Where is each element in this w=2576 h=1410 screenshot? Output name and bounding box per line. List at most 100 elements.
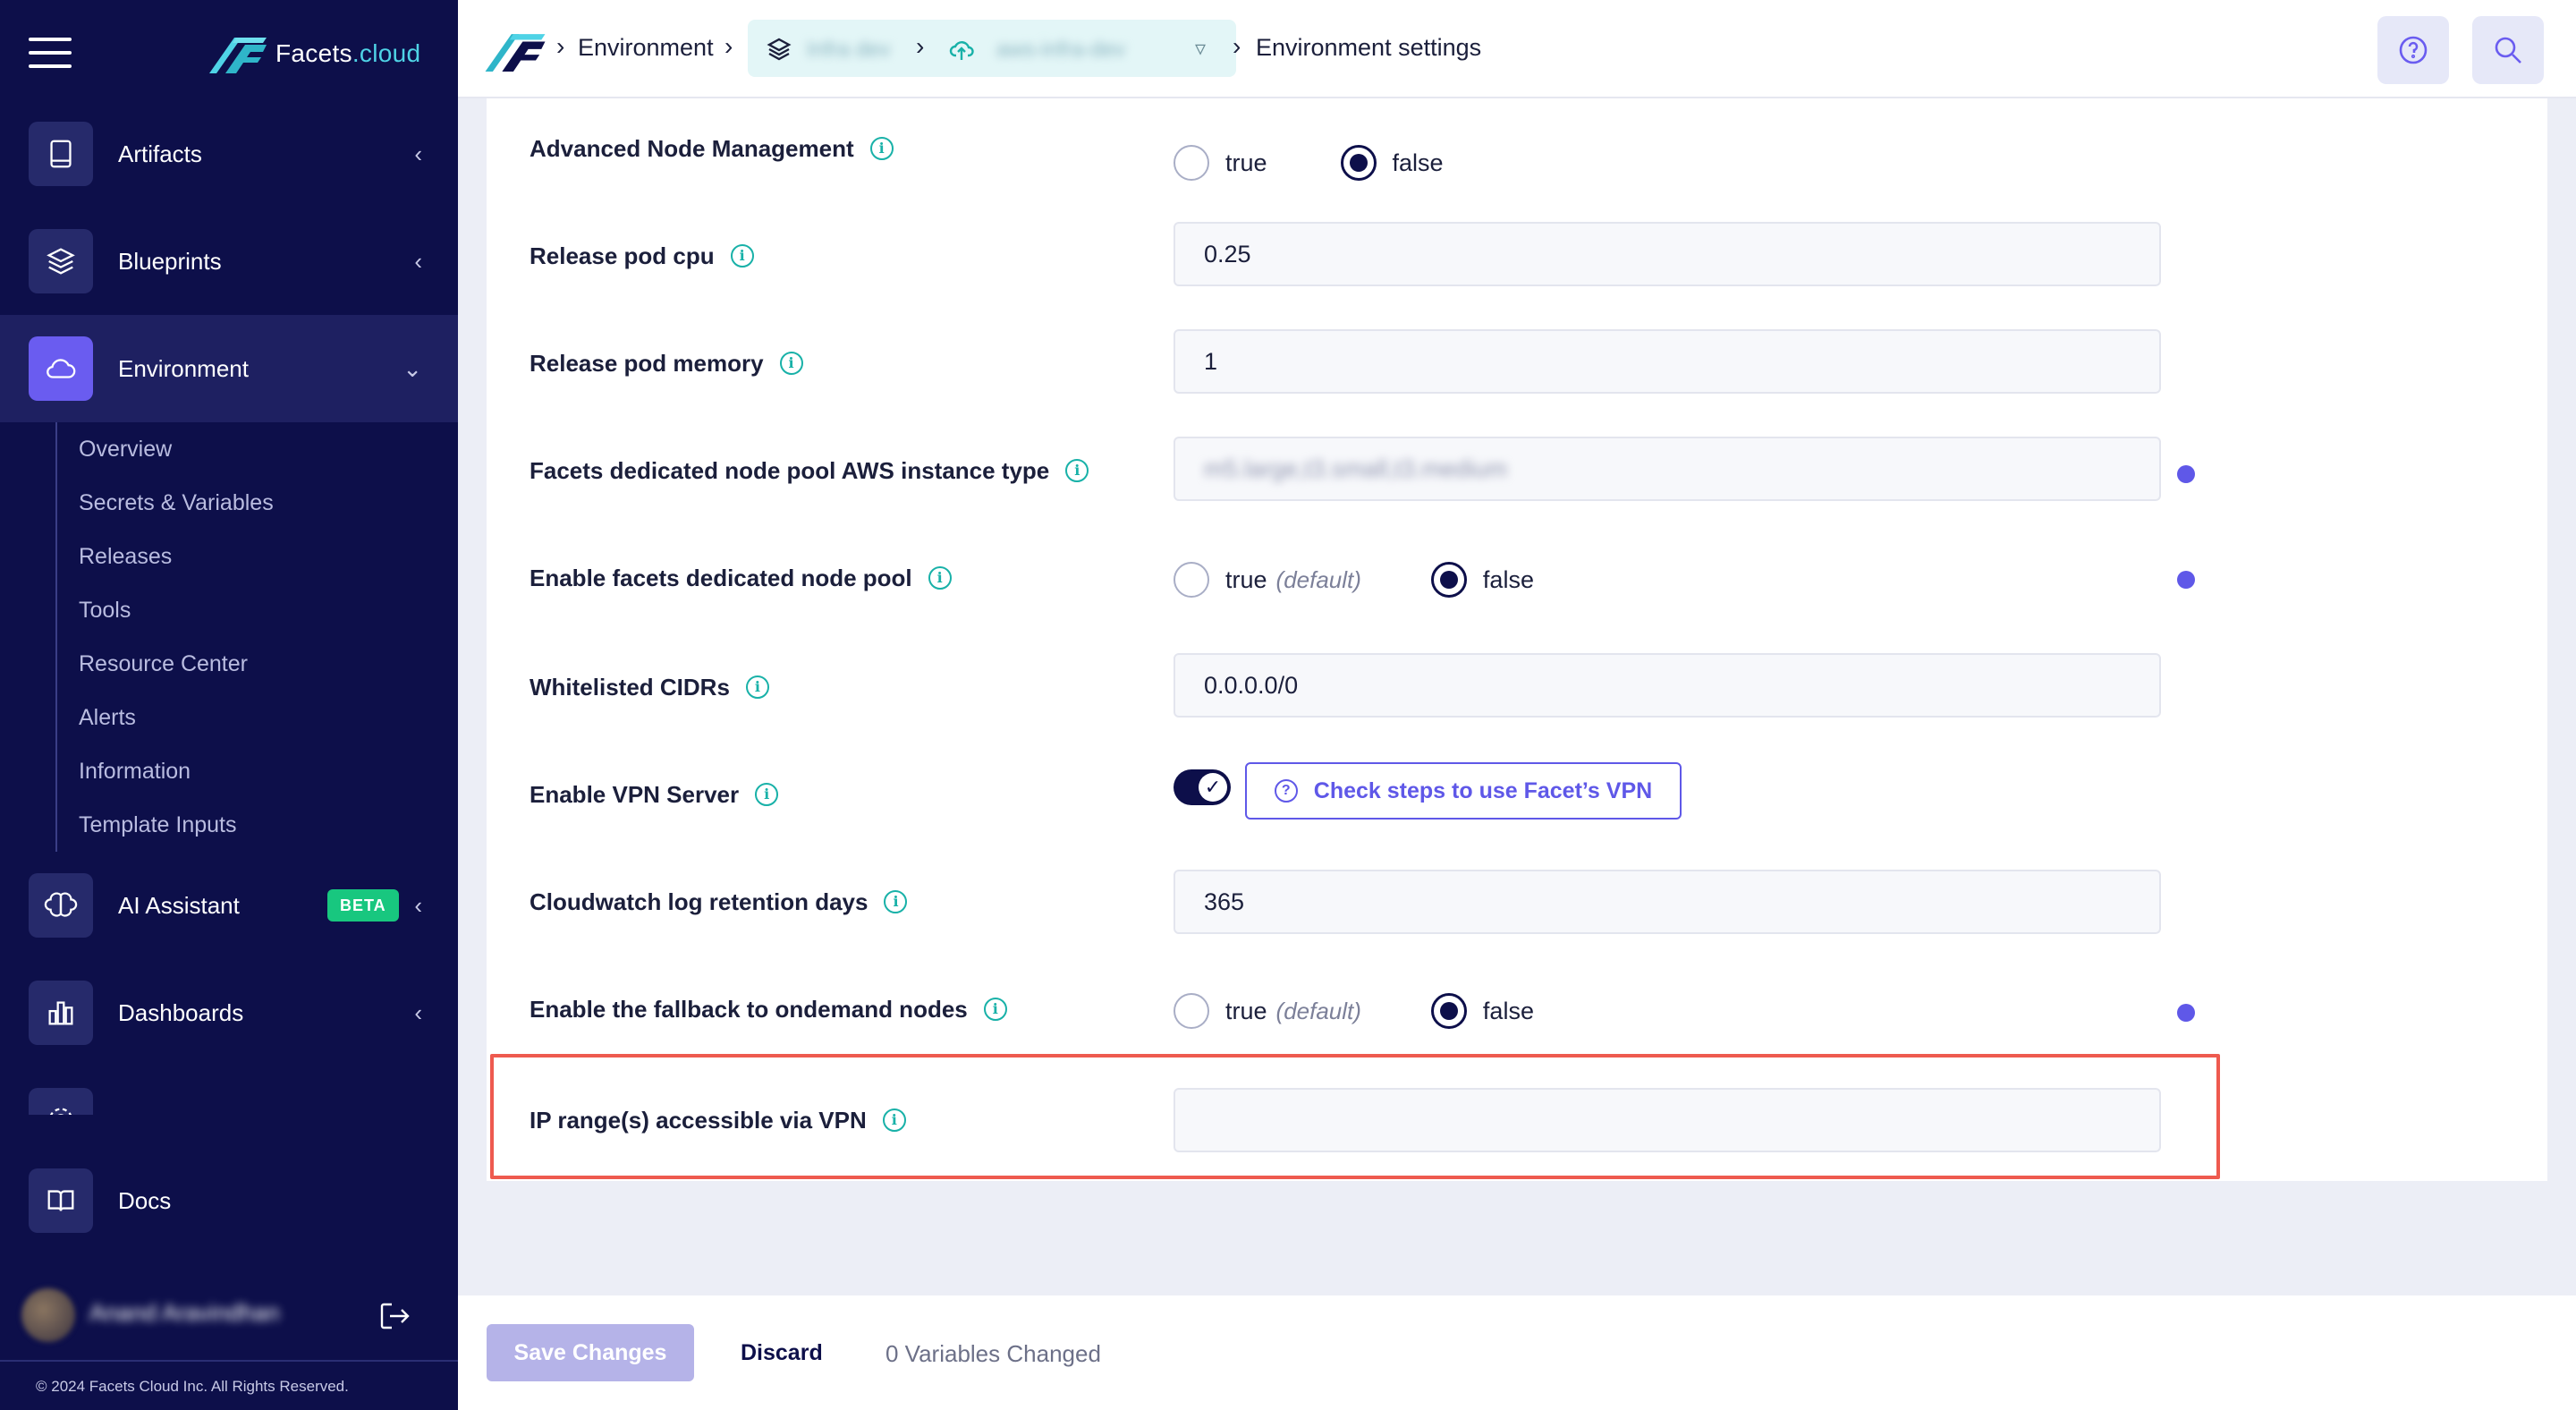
info-icon[interactable]: i (884, 890, 908, 913)
sidebar-item-label: Blueprints (118, 247, 222, 275)
default-hint: (default) (1275, 565, 1361, 593)
sidebar-item-blueprints[interactable]: Blueprints ‹ (0, 208, 458, 315)
chevron-left-icon: ‹ (414, 891, 422, 919)
environment-name: aws-infra-dev (996, 38, 1126, 62)
ip-ranges-vpn-input[interactable] (1174, 1088, 2161, 1152)
sidebar-header: Facets.cloud (0, 0, 458, 107)
environment-selector[interactable]: Infra dev › aws-infra-dev ▿ (748, 20, 1236, 77)
subnav-item-secrets-variables[interactable]: Secrets & Variables (57, 476, 449, 530)
info-icon[interactable]: i (745, 675, 769, 699)
radio-label: true (1225, 997, 1267, 1024)
search-icon (2495, 37, 2521, 64)
radio-true[interactable] (1174, 145, 1209, 181)
subnav-item-template-inputs[interactable]: Template Inputs (57, 798, 449, 852)
bar-chart-icon (29, 981, 93, 1045)
check-vpn-steps-button[interactable]: ? Check steps to use Facet’s VPN (1245, 762, 1682, 820)
changed-indicator (2177, 465, 2195, 483)
subnav-item-releases[interactable]: Releases (57, 530, 449, 583)
release-pod-memory-input[interactable]: 1 (1174, 329, 2161, 394)
radio-false[interactable] (1340, 145, 1377, 181)
menu-icon[interactable] (29, 38, 72, 70)
whitelisted-cidrs-input[interactable]: 0.0.0.0/0 (1174, 653, 2161, 718)
top-header: › Environment › Infra dev › aws-infra-de… (458, 0, 2576, 98)
changed-indicator (2177, 571, 2195, 589)
help-icon: ? (1274, 779, 1298, 803)
chevron-left-icon: ‹ (414, 140, 422, 167)
breadcrumb-separator: › (916, 32, 925, 60)
subnav-item-tools[interactable]: Tools (57, 583, 449, 637)
sidebar-item-artifacts[interactable]: Artifacts ‹ (0, 100, 458, 208)
action-bar: Save Changes Discard 0 Variables Changed (458, 1295, 2576, 1410)
search-button[interactable] (2472, 16, 2544, 84)
info-icon[interactable]: i (928, 566, 952, 590)
sidebar-item-settings-partial[interactable] (0, 1066, 458, 1115)
sidebar-item-environment[interactable]: Environment ⌄ (0, 315, 458, 422)
radio-label: true (1225, 149, 1267, 176)
breadcrumb-separator: › (556, 32, 565, 60)
sidebar-item-label: Artifacts (118, 140, 202, 167)
field-label-advanced-node-management: Advanced Node Management i (530, 131, 894, 166)
environment-subnav: Overview Secrets & Variables Releases To… (55, 422, 449, 852)
vpn-server-toggle[interactable]: ✓ (1174, 769, 1231, 805)
brand-logo[interactable]: Facets.cloud (209, 34, 420, 73)
cloudwatch-retention-input[interactable]: 365 (1174, 870, 2161, 934)
changed-indicator (2177, 1004, 2195, 1022)
field-label-ip-ranges-vpn: IP range(s) accessible via VPN i (530, 1102, 906, 1138)
radio-group-fallback-ondemand: true (default) false (1174, 991, 1534, 1031)
chevron-left-icon: ‹ (414, 998, 422, 1026)
cloud-upload-icon (948, 36, 975, 63)
sidebar-item-ai-assistant[interactable]: AI Assistant BETA ‹ (0, 852, 458, 959)
radio-label: false (1392, 149, 1444, 176)
info-icon[interactable]: i (983, 998, 1007, 1021)
release-pod-cpu-input[interactable]: 0.25 (1174, 222, 2161, 286)
user-profile: Anand Aravindhan (0, 1263, 458, 1353)
breadcrumb-environment[interactable]: Environment (578, 34, 714, 62)
field-label-whitelisted-cidrs: Whitelisted CIDRs i (530, 669, 769, 705)
brain-icon (29, 873, 93, 938)
instance-type-input[interactable]: m5.large,t3.small,t3.medium (1174, 437, 2161, 501)
book-icon (29, 122, 93, 186)
sidebar-item-label: Environment (118, 354, 249, 382)
save-changes-button[interactable]: Save Changes (487, 1324, 694, 1381)
user-name: Anand Aravindhan (89, 1299, 280, 1326)
default-hint: (default) (1275, 997, 1361, 1024)
info-icon[interactable]: i (779, 352, 803, 375)
help-icon (2399, 36, 2428, 64)
sidebar-item-label: Dashboards (118, 998, 244, 1026)
info-icon[interactable]: i (869, 137, 894, 160)
beta-badge: BETA (327, 889, 399, 922)
sidebar-item-docs[interactable]: Docs (0, 1147, 458, 1254)
cloud-icon (29, 336, 93, 401)
field-label-enable-vpn-server: Enable VPN Server i (530, 777, 779, 812)
avatar[interactable] (21, 1288, 75, 1342)
field-label-release-pod-cpu: Release pod cpu i (530, 238, 754, 274)
field-label-enable-dedicated-node-pool: Enable facets dedicated node pool i (530, 560, 952, 596)
subnav-item-overview[interactable]: Overview (57, 422, 449, 476)
sidebar-item-dashboards[interactable]: Dashboards ‹ (0, 959, 458, 1066)
info-icon[interactable]: i (882, 1108, 906, 1132)
help-button[interactable] (2377, 16, 2449, 84)
facets-logo-icon[interactable] (485, 30, 546, 72)
sidebar-item-label: Docs (118, 1186, 172, 1214)
subnav-item-information[interactable]: Information (57, 744, 449, 798)
radio-false[interactable] (1430, 562, 1467, 598)
logout-icon[interactable] (376, 1297, 413, 1335)
info-icon[interactable]: i (755, 783, 779, 806)
variables-changed-count: 0 Variables Changed (886, 1340, 1101, 1367)
radio-true[interactable] (1174, 993, 1209, 1029)
chevron-down-icon: ⌄ (402, 354, 422, 382)
info-icon[interactable]: i (1065, 459, 1089, 482)
subnav-item-resource-center[interactable]: Resource Center (57, 637, 449, 691)
info-icon[interactable]: i (730, 244, 754, 268)
radio-true[interactable] (1174, 562, 1209, 598)
radio-group-advanced-node-management: true false (1174, 143, 1444, 183)
subnav-item-alerts[interactable]: Alerts (57, 691, 449, 744)
discard-button[interactable]: Discard (726, 1324, 837, 1381)
open-book-icon (29, 1168, 93, 1233)
radio-false[interactable] (1430, 993, 1467, 1029)
field-label-instance-type: Facets dedicated node pool AWS instance … (530, 453, 1089, 488)
breadcrumb-separator: › (1233, 32, 1241, 60)
breadcrumb-separator: › (724, 32, 733, 60)
radio-group-enable-dedicated-node-pool: true (default) false (1174, 560, 1534, 599)
sidebar-item-label: AI Assistant (118, 891, 240, 919)
